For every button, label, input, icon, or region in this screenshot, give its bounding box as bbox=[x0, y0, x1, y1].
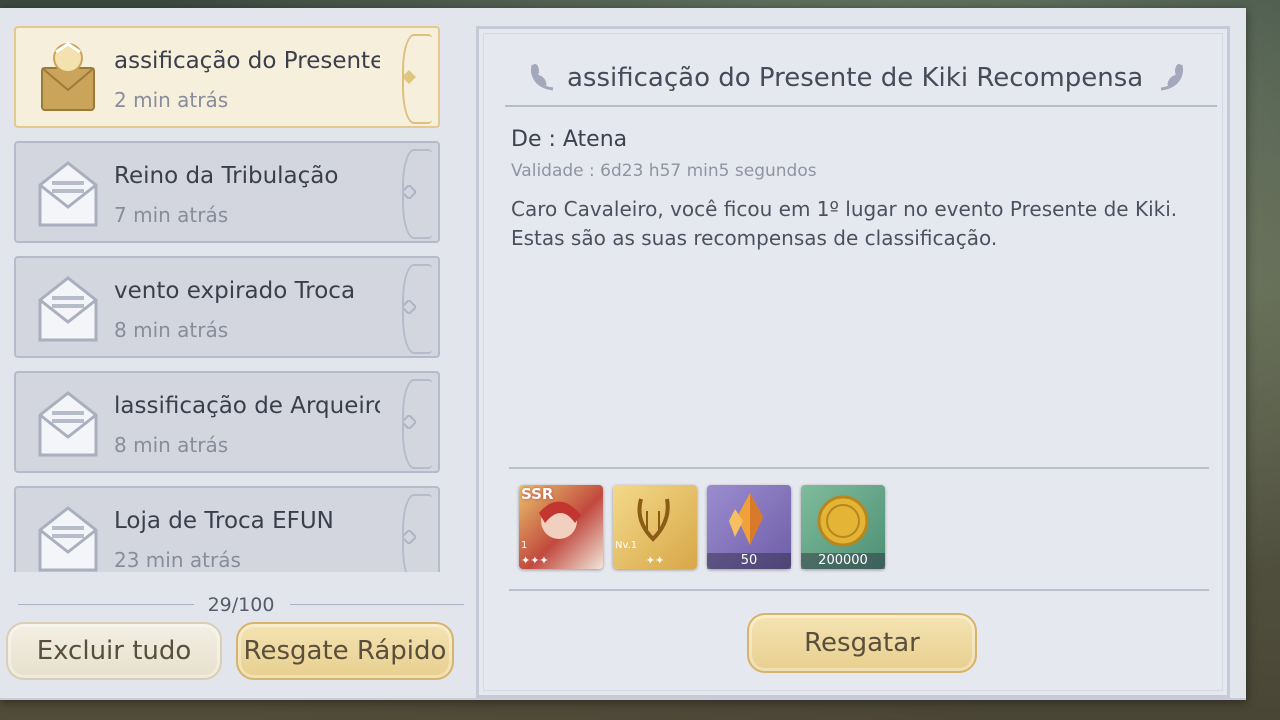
claim-button[interactable]: Resgatar bbox=[747, 613, 977, 673]
diamond-ornament-icon bbox=[402, 415, 416, 429]
mail-title: lassificação de Arqueiro bbox=[114, 393, 380, 419]
mail-body-line: Caro Cavaleiro, você ficou em 1º lugar n… bbox=[511, 197, 1178, 221]
mail-title: Loja de Troca EFUN bbox=[114, 508, 334, 534]
header-divider bbox=[505, 105, 1217, 107]
rewards-divider-top bbox=[509, 467, 1209, 469]
reward-ssr-character-card[interactable]: SSR 1 ✦✦✦ bbox=[519, 485, 603, 569]
mail-item[interactable]: vento expirado Troca 8 min atrás bbox=[14, 256, 440, 358]
laurel-right-icon bbox=[1160, 64, 1183, 91]
mail-title: assificação do Presente bbox=[114, 48, 380, 74]
mail-time: 2 min atrás bbox=[114, 88, 229, 112]
reward-gold-coins[interactable]: 200000 bbox=[801, 485, 885, 569]
mail-window: assificação do Presente 2 min atrás Rein… bbox=[0, 8, 1246, 700]
reward-quantity: 200000 bbox=[801, 553, 885, 569]
mail-title: vento expirado Troca bbox=[114, 278, 356, 304]
mail-time: 8 min atrás bbox=[114, 433, 229, 457]
quick-claim-button[interactable]: Resgate Rápido bbox=[236, 622, 454, 680]
mail-item-selected[interactable]: assificação do Presente 2 min atrás bbox=[14, 26, 440, 128]
laurel-left-icon bbox=[531, 64, 554, 91]
envelope-icon bbox=[38, 391, 98, 457]
reward-level: Nv.1 bbox=[615, 540, 638, 551]
mail-detail-title: assificação do Presente de Kiki Recompen… bbox=[567, 63, 1144, 93]
diamond-ornament-icon bbox=[402, 70, 416, 84]
mail-body: Caro Cavaleiro, você ficou em 1º lugar n… bbox=[511, 195, 1201, 253]
ranking-trophy-icon bbox=[41, 42, 95, 111]
mail-time: 23 min atrás bbox=[114, 548, 241, 572]
diamond-ornament-icon bbox=[402, 185, 416, 199]
mail-body-line: Estas são as suas recompensas de classif… bbox=[511, 226, 998, 250]
diamond-ornament-icon bbox=[402, 300, 416, 314]
reward-stars: ✦✦ bbox=[645, 554, 665, 567]
mail-count-row: 29/100 bbox=[18, 592, 464, 616]
orange-crystal-icon bbox=[729, 493, 763, 545]
rarity-badge: SSR bbox=[521, 485, 554, 503]
mail-item[interactable]: Reino da Tribulação 7 min atrás bbox=[14, 141, 440, 243]
envelope-icon bbox=[38, 276, 98, 342]
mail-item[interactable]: Loja de Troca EFUN 23 min atrás bbox=[14, 486, 440, 572]
reward-level: 1 bbox=[521, 540, 528, 551]
reward-golden-lyre[interactable]: Nv.1 ✦✦ bbox=[613, 485, 697, 569]
mail-sender: De : Atena bbox=[511, 127, 628, 152]
mail-time: 7 min atrás bbox=[114, 203, 229, 227]
golden-lyre-icon bbox=[637, 498, 670, 542]
reward-quantity: 50 bbox=[707, 553, 791, 569]
envelope-icon bbox=[38, 161, 98, 227]
diamond-ornament-icon bbox=[402, 530, 416, 544]
mail-title: Reino da Tribulação bbox=[114, 163, 339, 189]
reward-orange-crystal[interactable]: 50 bbox=[707, 485, 791, 569]
delete-all-button[interactable]: Excluir tudo bbox=[6, 622, 222, 680]
reward-stars: ✦✦✦ bbox=[521, 554, 549, 567]
mail-list[interactable]: assificação do Presente 2 min atrás Rein… bbox=[14, 26, 446, 572]
mail-time: 8 min atrás bbox=[114, 318, 229, 342]
rewards-divider-bottom bbox=[509, 589, 1209, 591]
mail-detail-panel: assificação do Presente de Kiki Recompen… bbox=[476, 26, 1230, 698]
envelope-icon bbox=[38, 506, 98, 572]
mail-item[interactable]: lassificação de Arqueiro 8 min atrás bbox=[14, 371, 440, 473]
gold-coin-icon bbox=[817, 495, 869, 547]
mail-validity: Validade : 6d23 h57 min5 segundos bbox=[511, 161, 817, 181]
mail-count: 29/100 bbox=[207, 594, 275, 616]
